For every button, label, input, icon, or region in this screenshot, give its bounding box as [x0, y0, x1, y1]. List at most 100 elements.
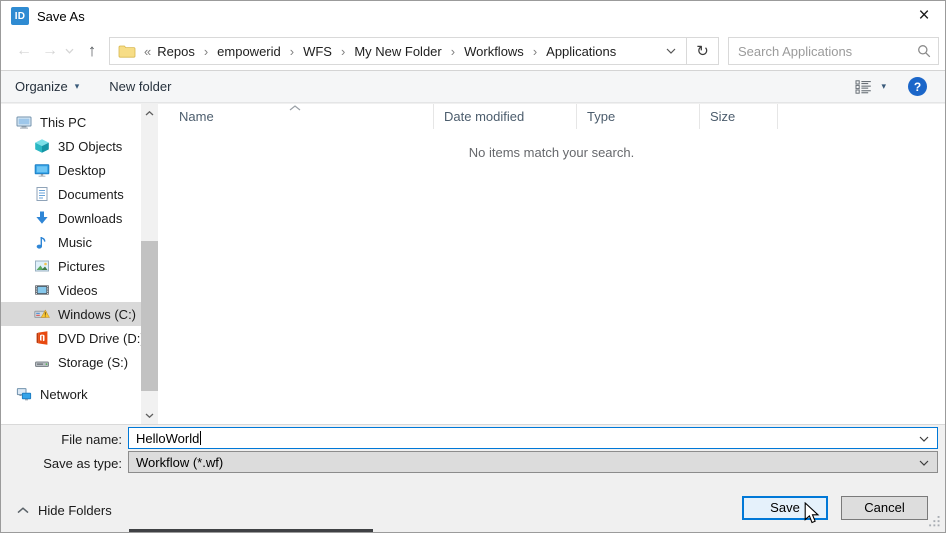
refresh-icon[interactable]: ↻ — [686, 38, 718, 64]
dvd-drive-icon — [34, 330, 50, 346]
organize-button[interactable]: Organize ▾ — [15, 79, 79, 94]
empty-list-message: No items match your search. — [468, 145, 635, 160]
file-name-input[interactable]: HelloWorld — [128, 427, 938, 449]
background-window-fragment — [129, 529, 373, 532]
download-arrow-icon — [34, 210, 50, 226]
navigation-pane: This PC 3D Objects Desktop Documents Dow… — [1, 104, 141, 424]
picture-icon — [34, 258, 50, 274]
breadcrumb-separator-icon: › — [203, 43, 209, 59]
film-icon — [34, 282, 50, 298]
breadcrumb-overflow-icon[interactable]: « — [144, 44, 151, 59]
sidebar-item-storage[interactable]: Storage (S:) — [1, 350, 141, 374]
folder-icon — [118, 44, 136, 59]
document-icon — [34, 186, 50, 202]
breadcrumb-separator-icon: › — [532, 43, 538, 59]
mouse-cursor-icon — [804, 502, 825, 526]
save-as-type-value: Workflow (*.wf) — [136, 454, 224, 470]
search-box — [728, 37, 939, 65]
breadcrumb-separator-icon: › — [340, 43, 346, 59]
cube-icon — [34, 138, 50, 154]
new-folder-label: New folder — [109, 79, 172, 94]
sidebar-item-network[interactable]: Network — [1, 382, 141, 406]
window-title: Save As — [37, 8, 85, 24]
help-icon: ? — [913, 79, 922, 94]
hide-folders-button[interactable]: Hide Folders — [17, 501, 112, 519]
search-input[interactable] — [729, 38, 909, 64]
sidebar-item-music[interactable]: Music — [1, 230, 141, 254]
chevron-down-icon: ▾ — [74, 81, 80, 91]
breadcrumb-separator-icon: › — [450, 43, 456, 59]
chevron-down-icon — [919, 460, 929, 466]
breadcrumb-separator-icon: › — [289, 43, 295, 59]
sidebar-item-videos[interactable]: Videos — [1, 278, 141, 302]
scrollbar-thumb[interactable] — [141, 241, 158, 391]
dialog-body: This PC 3D Objects Desktop Documents Dow… — [1, 104, 945, 424]
file-name-label: File name: — [61, 432, 122, 447]
sidebar-item-label: Pictures — [58, 258, 105, 274]
close-icon[interactable]: × — [911, 4, 937, 28]
sidebar-item-label: Documents — [58, 186, 124, 202]
file-list-area: Name Date modified Type Size No items ma… — [158, 104, 945, 424]
sidebar-item-3d-objects[interactable]: 3D Objects — [1, 134, 141, 158]
cancel-button[interactable]: Cancel — [841, 496, 928, 520]
search-icon[interactable] — [917, 44, 931, 58]
file-name-value: HelloWorld — [136, 430, 200, 446]
up-button[interactable]: ↑ — [79, 31, 105, 70]
sidebar-item-label: DVD Drive (D:) 16 — [58, 330, 141, 346]
sidebar-item-label: Storage (S:) — [58, 354, 129, 370]
sidebar-item-windows-c[interactable]: Windows (C:) — [1, 302, 141, 326]
drive-warning-icon — [34, 306, 50, 322]
chevron-down-icon: ▾ — [881, 81, 886, 91]
sidebar-item-this-pc[interactable]: This PC — [1, 110, 141, 134]
network-icon — [16, 386, 32, 402]
scroll-down-icon[interactable] — [141, 407, 158, 423]
sidebar-item-documents[interactable]: Documents — [1, 182, 141, 206]
save-as-type-select[interactable]: Workflow (*.wf) — [128, 451, 938, 473]
new-folder-button[interactable]: New folder — [109, 79, 171, 94]
sidebar-scrollbar[interactable] — [141, 104, 158, 424]
sidebar-item-dvd-drive[interactable]: DVD Drive (D:) 16 — [1, 326, 141, 350]
sidebar-item-label: Videos — [58, 282, 98, 298]
desktop-icon — [34, 162, 50, 178]
breadcrumb-item[interactable]: empowerid — [217, 44, 281, 59]
chevron-up-icon — [17, 506, 29, 514]
breadcrumb-item[interactable]: Workflows — [464, 44, 524, 59]
help-button[interactable]: ? — [908, 77, 927, 96]
title-bar: ID Save As × — [1, 1, 945, 31]
chevron-down-icon[interactable] — [919, 436, 929, 442]
sidebar-item-label: 3D Objects — [58, 138, 123, 154]
details-view-icon — [855, 79, 872, 94]
sidebar-item-label: Downloads — [58, 210, 123, 226]
navigation-bar: ← → ↑ « Repos › empowerid › WFS › My New… — [1, 31, 945, 71]
recent-locations-icon[interactable] — [61, 31, 77, 70]
sidebar-item-pictures[interactable]: Pictures — [1, 254, 141, 278]
sidebar-item-label: Network — [40, 386, 88, 402]
command-toolbar: Organize ▾ New folder ▾ ? — [1, 71, 945, 103]
address-dropdown-icon[interactable] — [656, 38, 686, 64]
resize-grip[interactable] — [928, 515, 941, 528]
column-headers: Name Date modified Type Size — [158, 104, 945, 129]
column-header-size[interactable]: Size — [700, 104, 778, 129]
sidebar-item-downloads[interactable]: Downloads — [1, 206, 141, 230]
this-pc-icon — [16, 114, 32, 130]
back-button[interactable]: ← — [11, 31, 37, 70]
text-cursor — [200, 431, 202, 445]
forward-button[interactable]: → — [37, 31, 63, 70]
address-bar[interactable]: « Repos › empowerid › WFS › My New Folde… — [109, 37, 719, 65]
sidebar-item-label: This PC — [40, 114, 87, 130]
breadcrumb-item[interactable]: My New Folder — [354, 44, 441, 59]
breadcrumb-item[interactable]: Applications — [546, 44, 616, 59]
storage-drive-icon — [34, 354, 50, 370]
sort-ascending-icon — [289, 105, 301, 111]
breadcrumb-item[interactable]: WFS — [303, 44, 332, 59]
sidebar-item-label: Music — [58, 234, 92, 250]
sidebar-item-desktop[interactable]: Desktop — [1, 158, 141, 182]
breadcrumb-item[interactable]: Repos — [157, 44, 195, 59]
organize-label: Organize — [15, 79, 68, 94]
change-view-button[interactable]: ▾ — [855, 79, 886, 94]
music-note-icon — [34, 234, 50, 250]
column-header-date-modified[interactable]: Date modified — [434, 104, 577, 129]
scroll-up-icon[interactable] — [141, 105, 158, 121]
save-as-dialog: ID Save As × ← → ↑ « Repos › empowerid ›… — [0, 0, 946, 533]
column-header-type[interactable]: Type — [577, 104, 700, 129]
